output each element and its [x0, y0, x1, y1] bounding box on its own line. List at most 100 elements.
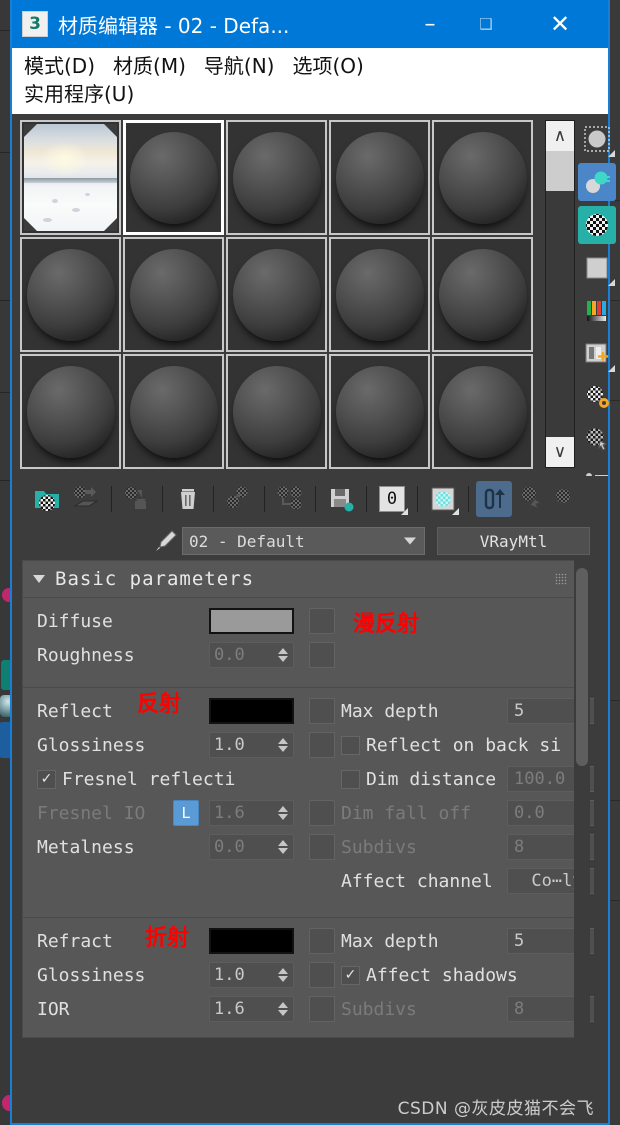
- metalness-map-button[interactable]: [309, 834, 335, 861]
- get-material-button[interactable]: [30, 481, 66, 517]
- refract-map-button[interactable]: [309, 928, 335, 955]
- slots-vertical-scrollbar[interactable]: ∧ ∨: [545, 120, 575, 469]
- scroll-down-button[interactable]: ∨: [546, 437, 574, 468]
- refract-ior-spinner[interactable]: 1.6: [209, 996, 294, 1023]
- sample-slot-07[interactable]: [123, 237, 224, 353]
- basic-parameters-rollout: Basic parameters Diffuse 漫反射 Roughness 0…: [22, 560, 594, 1039]
- refract-section: Refract 折射 Max depth 5 Glossiness 1.0 ✓: [23, 917, 594, 1037]
- pick-material-from-object-icon[interactable]: [152, 527, 180, 555]
- flyout-corner-icon: [608, 150, 615, 158]
- refract-glossiness-map-button[interactable]: [309, 962, 335, 989]
- background-checker-icon[interactable]: [578, 206, 616, 245]
- menu-item-navigation[interactable]: 导航(N): [204, 53, 275, 81]
- reflect-glossiness-spinner[interactable]: 1.0: [209, 732, 294, 759]
- reflect-section: Reflect 反射 Max depth 5 Glossiness 1.0 ✓: [23, 687, 594, 917]
- affect-shadows-checkbox[interactable]: ✓ Affect shadows: [341, 965, 518, 986]
- reflect-map-button[interactable]: [309, 698, 335, 725]
- material-id-channel-button[interactable]: 0: [374, 481, 410, 517]
- sample-slot-02[interactable]: [123, 120, 224, 236]
- fresnel-reflections-row: ✓ Fresnel reflecti ✓ Dim distance 100.0: [23, 762, 594, 796]
- spinner-arrows-icon[interactable]: [278, 1002, 288, 1017]
- roughness-row: Roughness 0.0: [23, 638, 577, 672]
- sample-type-icon[interactable]: [578, 120, 616, 158]
- menu-item-material[interactable]: 材质(M): [113, 53, 186, 81]
- scroll-up-button[interactable]: ∧: [546, 121, 574, 152]
- dim-distance-checkbox[interactable]: ✓ Dim distance: [341, 769, 496, 790]
- fresnel-ior-spinner[interactable]: 1.6: [209, 800, 294, 827]
- fresnel-ior-map-button[interactable]: [309, 800, 335, 827]
- spinner-arrows-icon[interactable]: [278, 968, 288, 983]
- sample-slot-06[interactable]: [20, 237, 121, 353]
- assign-material-to-selection-button[interactable]: [68, 481, 104, 517]
- spinner-arrows-icon[interactable]: [278, 840, 288, 855]
- metalness-spinner[interactable]: 0.0: [209, 834, 294, 861]
- sample-slot-11[interactable]: [20, 354, 121, 470]
- sample-slot-13[interactable]: [226, 354, 327, 470]
- snow-fleck: [42, 218, 52, 223]
- roughness-map-button[interactable]: [309, 642, 335, 669]
- refract-ior-value: 1.6: [214, 999, 245, 1020]
- delete-material-button[interactable]: [170, 481, 206, 517]
- sample-slot-09[interactable]: [329, 237, 430, 353]
- refract-subdivs-label: Subdivs: [341, 998, 417, 1020]
- put-to-library-button[interactable]: [221, 481, 257, 517]
- refract-glossiness-spinner[interactable]: 1.0: [209, 962, 294, 989]
- menu-item-utilities[interactable]: 实用程序(U): [24, 81, 134, 109]
- rollout-header[interactable]: Basic parameters: [23, 561, 577, 597]
- sample-slots-grid: [20, 120, 535, 470]
- diffuse-color-swatch[interactable]: [209, 608, 294, 635]
- scrollbar-thumb[interactable]: [576, 568, 588, 767]
- sample-slot-01[interactable]: [20, 120, 121, 236]
- fresnel-reflections-checkbox[interactable]: ✓ Fresnel reflecti: [37, 769, 235, 790]
- sample-uv-tiling-icon[interactable]: [578, 249, 616, 287]
- reflect-color-swatch[interactable]: [209, 698, 294, 725]
- save-material-button[interactable]: [323, 481, 359, 517]
- material-type-button[interactable]: VRayMtl: [437, 527, 590, 556]
- diffuse-label: Diffuse: [37, 610, 113, 632]
- make-preview-icon[interactable]: [578, 335, 616, 373]
- sample-slot-03[interactable]: [226, 120, 327, 236]
- diffuse-map-button[interactable]: [309, 608, 335, 635]
- menu-item-options[interactable]: 选项(O): [292, 53, 363, 81]
- show-shaded-material-button[interactable]: [425, 481, 461, 517]
- sample-slot-08[interactable]: [226, 237, 327, 353]
- sample-slot-05[interactable]: [432, 120, 533, 236]
- sample-slot-10[interactable]: [432, 237, 533, 353]
- spinner-arrows-icon[interactable]: [278, 648, 288, 663]
- show-in-viewport-button[interactable]: [119, 481, 155, 517]
- reflect-on-back-side-checkbox[interactable]: ✓ Reflect on back si: [341, 735, 561, 756]
- select-by-material-icon[interactable]: [578, 421, 616, 459]
- maximize-button[interactable]: ❑: [458, 0, 514, 48]
- spinner-arrows-icon[interactable]: [278, 738, 288, 753]
- title-bar[interactable]: 3 材质编辑器 - 02 - Defa... – ❑ ✕: [12, 0, 608, 48]
- options-icon[interactable]: [578, 378, 616, 416]
- refract-color-swatch[interactable]: [209, 928, 294, 955]
- make-unique-icon: [277, 486, 302, 510]
- toolbar-separator: [111, 486, 112, 513]
- make-material-copy-button[interactable]: [272, 481, 308, 517]
- go-forward-to-sibling-button[interactable]: [514, 481, 550, 517]
- backlight-icon[interactable]: [578, 163, 616, 202]
- menu-item-mode[interactable]: 模式(D): [24, 53, 95, 81]
- sample-sphere: [438, 248, 527, 341]
- sample-slot-15[interactable]: [432, 354, 533, 470]
- minimize-button[interactable]: –: [402, 0, 458, 48]
- close-button[interactable]: ✕: [532, 0, 588, 48]
- sample-slot-14[interactable]: [329, 354, 430, 470]
- sample-slot-12[interactable]: [123, 354, 224, 470]
- sample-slot-04[interactable]: [329, 120, 430, 236]
- scrollbar-thumb[interactable]: [546, 151, 574, 192]
- pick-material-button[interactable]: [552, 481, 588, 517]
- material-name-dropdown[interactable]: 02 - Default: [182, 527, 425, 556]
- refract-ior-map-button[interactable]: [309, 996, 335, 1023]
- spinner-arrows-icon[interactable]: [278, 806, 288, 821]
- roughness-label: Roughness: [37, 644, 135, 666]
- go-to-parent-button[interactable]: [476, 481, 512, 518]
- reflect-glossiness-map-button[interactable]: [309, 732, 335, 759]
- fresnel-ior-label: Fresnel IO: [37, 802, 146, 824]
- parameters-vertical-scrollbar[interactable]: [574, 560, 590, 1058]
- fresnel-ior-lock-icon[interactable]: L: [173, 800, 199, 827]
- video-color-check-icon[interactable]: [578, 292, 616, 330]
- roughness-spinner[interactable]: 0.0: [209, 642, 294, 669]
- slot-corner-marker: [24, 124, 37, 138]
